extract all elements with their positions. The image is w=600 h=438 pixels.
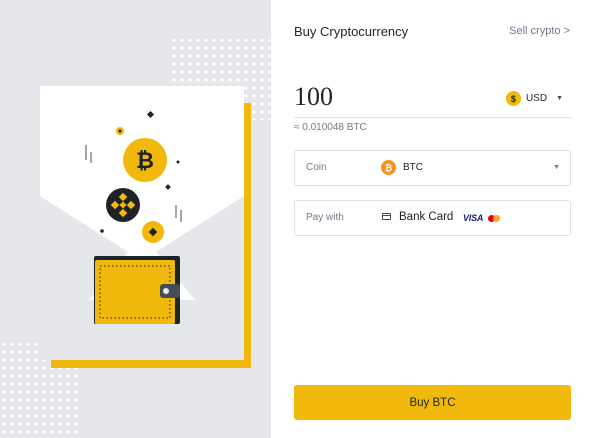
coin-label: Coin — [306, 162, 327, 173]
buy-btc-button[interactable]: Buy BTC — [294, 385, 571, 420]
bitcoin-symbol: ₿ — [136, 149, 154, 174]
sparkle-dot-icon — [176, 160, 180, 164]
payment-method-value: Bank Card — [399, 211, 454, 223]
amount-value[interactable]: 100 — [294, 82, 333, 112]
pay-with-label: Pay with — [306, 212, 344, 223]
wallet-illustration: ₿ — [40, 86, 251, 368]
amount-input[interactable]: 100 $ USD ▼ — [294, 82, 571, 118]
wallet-button — [163, 288, 169, 294]
currency-label: USD — [525, 93, 548, 104]
usd-icon: $ — [505, 91, 521, 106]
page-title: Buy Cryptocurrency — [294, 24, 409, 39]
currency-selector[interactable]: $ USD ▼ — [505, 91, 563, 106]
illustration-panel: ₿ — [0, 0, 271, 438]
credit-card-icon — [382, 213, 391, 220]
chevron-down-icon: ▼ — [553, 164, 560, 171]
payment-method-select[interactable]: Pay with Bank Card VISA — [294, 200, 571, 236]
btc-estimate: ≈ 0.010048 BTC — [294, 122, 367, 133]
mastercard-logo-icon — [488, 215, 500, 222]
coin-value: BTC — [403, 162, 423, 173]
visa-logo-icon: VISA — [463, 213, 484, 223]
sparkle-dot-icon — [100, 229, 104, 233]
sell-crypto-link[interactable]: Sell crypto > — [509, 25, 570, 37]
buy-form-panel: Buy Cryptocurrency Sell crypto > 100 $ U… — [271, 0, 600, 438]
btc-coin-icon: ₿ — [381, 160, 396, 175]
coin-select[interactable]: Coin ₿ BTC ▼ — [294, 150, 571, 186]
chevron-down-icon: ▼ — [556, 95, 563, 102]
